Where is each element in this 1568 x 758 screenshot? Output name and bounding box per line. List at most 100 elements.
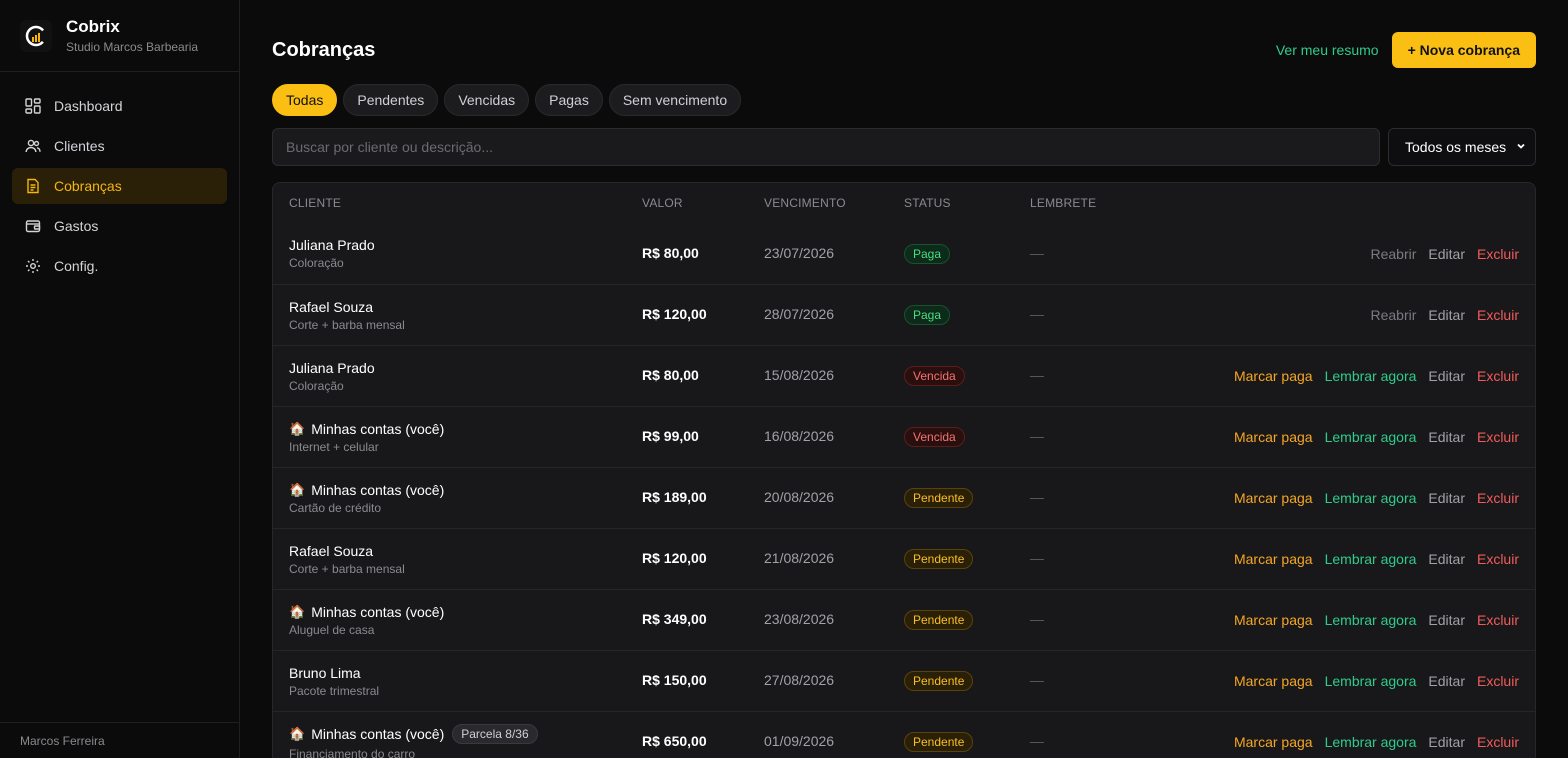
- remind-now-button[interactable]: Lembrar agora: [1325, 612, 1417, 628]
- column-header-reminder: LEMBRETE: [1030, 196, 1097, 210]
- user-name: Marcos Ferreira: [0, 722, 239, 758]
- edit-button[interactable]: Editar: [1428, 612, 1465, 628]
- tab-sem-vencimento[interactable]: Sem vencimento: [608, 84, 742, 116]
- column-header-client: CLIENTE: [289, 196, 342, 210]
- edit-button[interactable]: Editar: [1428, 307, 1465, 323]
- month-select-value: Todos os meses: [1405, 139, 1507, 155]
- charge-value: R$ 80,00: [642, 367, 699, 383]
- remind-now-button[interactable]: Lembrar agora: [1325, 734, 1417, 750]
- summary-link[interactable]: Ver meu resumo: [1276, 42, 1379, 58]
- column-header-due: VENCIMENTO: [764, 196, 846, 210]
- status-badge: Pendente: [904, 732, 974, 752]
- remind-now-button[interactable]: Lembrar agora: [1325, 551, 1417, 567]
- column-header-value: VALOR: [642, 196, 683, 210]
- edit-button[interactable]: Editar: [1428, 551, 1465, 567]
- charge-value: R$ 150,00: [642, 672, 707, 688]
- remind-now-button[interactable]: Lembrar agora: [1325, 673, 1417, 689]
- charge-description: Coloração: [289, 378, 344, 393]
- status-badge: Pendente: [904, 488, 974, 508]
- tab-vencidas[interactable]: Vencidas: [444, 84, 530, 116]
- edit-button[interactable]: Editar: [1428, 368, 1465, 384]
- delete-button[interactable]: Excluir: [1477, 368, 1519, 384]
- mark-paid-button[interactable]: Marcar paga: [1234, 673, 1313, 689]
- dashboard-icon: [24, 97, 42, 115]
- page-header: Cobranças Ver meu resumo + Nova cobrança: [272, 32, 1536, 68]
- mark-paid-button[interactable]: Marcar paga: [1234, 612, 1313, 628]
- delete-button[interactable]: Excluir: [1477, 490, 1519, 506]
- house-icon: 🏠: [289, 603, 306, 619]
- due-date: 20/08/2026: [764, 489, 835, 505]
- reminder-value: —: [1030, 244, 1044, 261]
- wallet-icon: [24, 217, 42, 235]
- sidebar-item-config[interactable]: Config.: [12, 248, 227, 284]
- sidebar-item-clientes[interactable]: Clientes: [12, 128, 227, 164]
- sidebar-nav: Dashboard Clientes Cobranças Gastos Conf…: [0, 72, 239, 304]
- mark-paid-button[interactable]: Marcar paga: [1234, 429, 1313, 445]
- tab-pagas[interactable]: Pagas: [535, 84, 603, 116]
- client-name: Bruno Lima: [289, 664, 361, 681]
- mark-paid-button[interactable]: Marcar paga: [1234, 551, 1313, 567]
- charge-description: Corte + barba mensal: [289, 317, 405, 332]
- reminder-value: —: [1030, 672, 1044, 688]
- month-select[interactable]: Todos os meses: [1388, 128, 1536, 166]
- reopen-button[interactable]: Reabrir: [1371, 246, 1417, 262]
- remind-now-button[interactable]: Lembrar agora: [1325, 368, 1417, 384]
- row-actions: Marcar paga Lembrar agora Editar Excluir: [1150, 734, 1535, 750]
- edit-button[interactable]: Editar: [1428, 246, 1465, 262]
- charge-value: R$ 189,00: [642, 489, 707, 505]
- status-badge: Paga: [904, 305, 951, 325]
- delete-button[interactable]: Excluir: [1477, 673, 1519, 689]
- edit-button[interactable]: Editar: [1428, 429, 1465, 445]
- due-date: 23/07/2026: [764, 244, 835, 261]
- sidebar-item-label: Config.: [54, 258, 99, 274]
- table-row: Juliana Prado Coloração R$ 80,00 23/07/2…: [273, 223, 1535, 284]
- edit-button[interactable]: Editar: [1428, 490, 1465, 506]
- delete-button[interactable]: Excluir: [1477, 734, 1519, 750]
- delete-button[interactable]: Excluir: [1477, 551, 1519, 567]
- delete-button[interactable]: Excluir: [1477, 307, 1519, 323]
- remind-now-button[interactable]: Lembrar agora: [1325, 429, 1417, 445]
- sidebar-item-dashboard[interactable]: Dashboard: [12, 88, 227, 124]
- delete-button[interactable]: Excluir: [1477, 612, 1519, 628]
- search-input[interactable]: [272, 128, 1380, 166]
- mark-paid-button[interactable]: Marcar paga: [1234, 734, 1313, 750]
- tab-todas[interactable]: Todas: [272, 84, 338, 116]
- row-actions: Marcar paga Lembrar agora Editar Excluir: [1150, 490, 1535, 506]
- delete-button[interactable]: Excluir: [1477, 429, 1519, 445]
- client-name: Minhas contas (você): [311, 603, 445, 620]
- reminder-value: —: [1030, 611, 1044, 627]
- due-date: 27/08/2026: [764, 672, 835, 688]
- app-root: Cobrix Studio Marcos Barbearia Dashboard…: [0, 0, 1568, 758]
- brand: Cobrix Studio Marcos Barbearia: [0, 0, 239, 72]
- due-date: 28/07/2026: [764, 306, 835, 322]
- client-name: Minhas contas (você): [311, 481, 445, 498]
- document-icon: [24, 177, 42, 195]
- house-icon: 🏠: [289, 420, 306, 436]
- client-name: Minhas contas (você): [311, 420, 445, 437]
- tab-pendentes[interactable]: Pendentes: [343, 84, 439, 116]
- charge-value: R$ 349,00: [642, 611, 707, 627]
- edit-button[interactable]: Editar: [1428, 673, 1465, 689]
- mark-paid-button[interactable]: Marcar paga: [1234, 490, 1313, 506]
- delete-button[interactable]: Excluir: [1477, 246, 1519, 262]
- due-date: 23/08/2026: [764, 611, 835, 627]
- new-charge-button[interactable]: + Nova cobrança: [1391, 32, 1536, 68]
- table-header: CLIENTE VALOR VENCIMENTO STATUS LEMBRETE: [273, 183, 1535, 223]
- charge-description: Cartão de crédito: [289, 500, 382, 515]
- client-name: Juliana Prado: [289, 359, 375, 376]
- table-row: 🏠 Minhas contas (você) Parcela 8/36 Fina…: [273, 711, 1535, 758]
- edit-button[interactable]: Editar: [1428, 734, 1465, 750]
- users-icon: [24, 137, 42, 155]
- status-badge: Vencida: [904, 366, 965, 386]
- mark-paid-button[interactable]: Marcar paga: [1234, 368, 1313, 384]
- client-name: Minhas contas (você): [311, 725, 445, 742]
- sidebar-item-gastos[interactable]: Gastos: [12, 208, 227, 244]
- house-icon: 🏠: [289, 725, 306, 741]
- table-row: Juliana Prado Coloração R$ 80,00 15/08/2…: [273, 345, 1535, 406]
- reopen-button[interactable]: Reabrir: [1371, 307, 1417, 323]
- charges-table: CLIENTE VALOR VENCIMENTO STATUS LEMBRETE…: [272, 182, 1536, 758]
- remind-now-button[interactable]: Lembrar agora: [1325, 490, 1417, 506]
- sidebar-item-cobrancas[interactable]: Cobranças: [12, 168, 227, 204]
- status-tabs: Todas Pendentes Vencidas Pagas Sem venci…: [272, 84, 1536, 116]
- due-date: 16/08/2026: [764, 428, 835, 444]
